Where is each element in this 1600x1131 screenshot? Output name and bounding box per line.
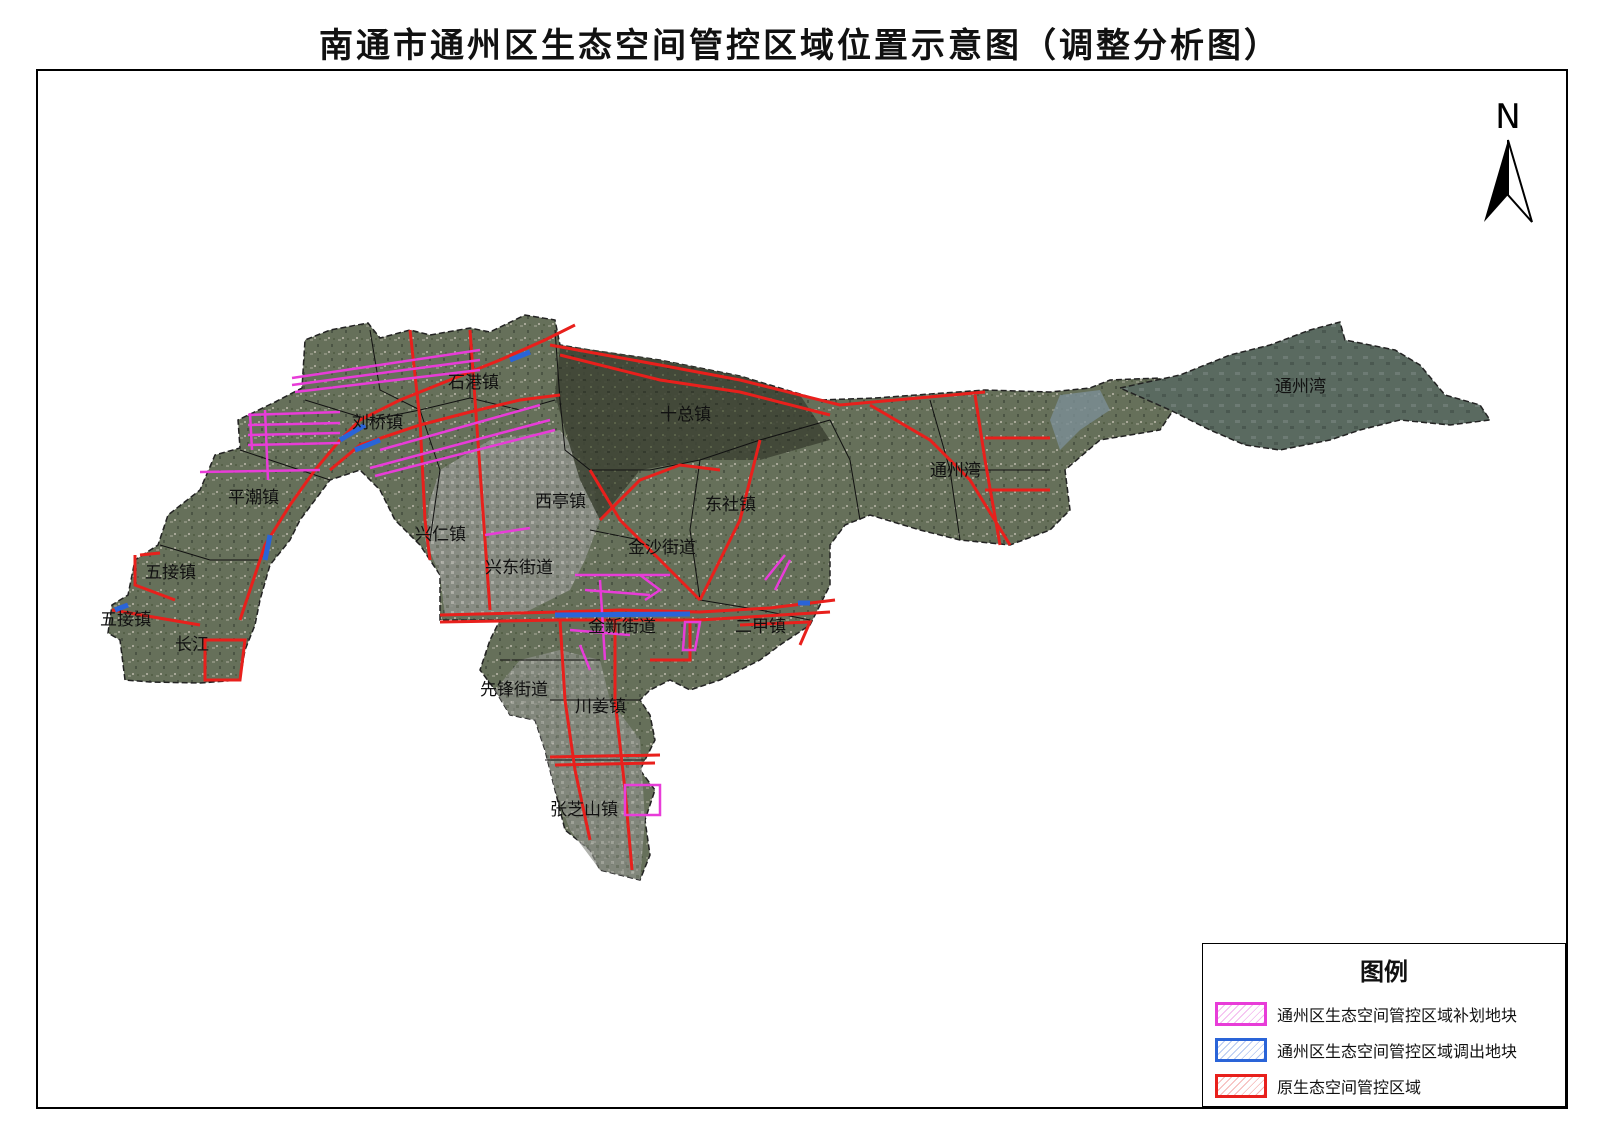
label-jinsha: 金沙街道 <box>628 538 696 558</box>
legend-item-supplementary: 通州区生态空间管控区域补划地块 <box>1215 999 1517 1029</box>
label-jinxin: 金新街道 <box>588 617 656 637</box>
north-arrow: N <box>1484 97 1533 223</box>
original-area-line <box>554 761 656 767</box>
north-arrow-left-half <box>1484 140 1508 222</box>
removed-plot-line <box>554 611 691 618</box>
label-liuqiao: 刘桥镇 <box>352 413 403 433</box>
label-wujie-edge: 五接镇 <box>100 610 151 630</box>
label-xingren: 兴仁镇 <box>415 525 466 545</box>
label-shizong: 十总镇 <box>660 405 711 425</box>
label-xianfeng: 先锋街道 <box>480 680 548 700</box>
legend-label-supplementary: 通州区生态空间管控区域补划地块 <box>1277 1006 1518 1025</box>
legend-label-original: 原生态空间管控区域 <box>1277 1078 1422 1097</box>
north-letter: N <box>1495 97 1520 137</box>
label-changjiang: 长江 <box>175 635 209 655</box>
label-zhangzhishan: 张芝山镇 <box>550 800 618 820</box>
legend-label-removed: 通州区生态空间管控区域调出地块 <box>1277 1042 1518 1061</box>
label-wujie: 五接镇 <box>145 563 196 583</box>
label-chuanjiang: 川姜镇 <box>575 697 626 717</box>
legend-swatch-original <box>1215 1074 1267 1098</box>
label-pingchao: 平潮镇 <box>228 488 279 508</box>
original-area-line <box>549 753 661 759</box>
legend-item-original: 原生态空间管控区域 <box>1215 1071 1421 1101</box>
label-xiting: 西亭镇 <box>535 492 586 512</box>
district-land <box>107 314 1181 881</box>
north-arrow-right-half <box>1507 139 1533 223</box>
label-dongshe: 东社镇 <box>705 495 756 515</box>
legend-swatch-supplementary <box>1215 1002 1267 1026</box>
label-tongzhouwan-sea: 通州湾 <box>1275 377 1326 397</box>
label-tongzhouwan-land: 通州湾 <box>930 461 981 481</box>
legend-item-removed: 通州区生态空间管控区域调出地块 <box>1215 1035 1517 1065</box>
legend-swatch-removed <box>1215 1038 1267 1062</box>
label-shigang: 石港镇 <box>448 373 499 393</box>
label-xingdong: 兴东街道 <box>485 558 553 578</box>
original-area-line <box>139 551 161 557</box>
legend-box: 图例 通州区生态空间管控区域补划地块 通州区生态空间管控区域调出地块 原生态空间… <box>1202 943 1566 1107</box>
label-jiazhen: 二甲镇 <box>735 617 786 637</box>
legend-title: 图例 <box>1360 957 1408 986</box>
